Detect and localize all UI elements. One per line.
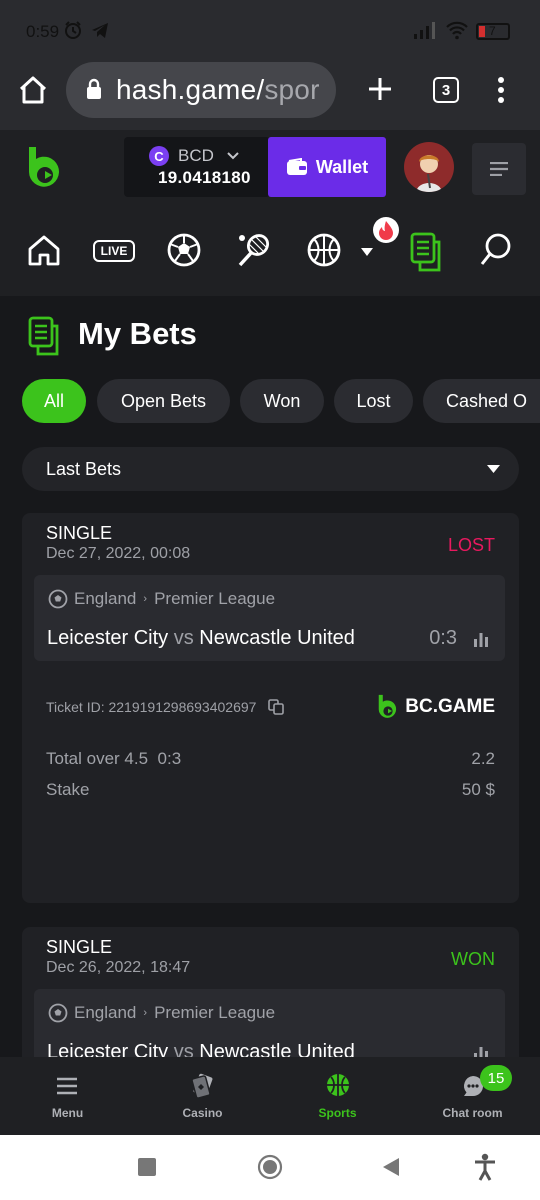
my-bets-title-icon <box>28 316 59 356</box>
home-icon[interactable] <box>26 232 62 268</box>
browser-menu-icon[interactable] <box>496 76 506 104</box>
avatar-image <box>416 155 442 192</box>
browser-toolbar: hash.game/spor 3 <box>0 62 540 130</box>
casino-cards-icon <box>191 1073 213 1099</box>
nav-casino-label: Casino <box>182 1106 223 1120</box>
filter-all[interactable]: All <box>22 379 86 423</box>
filter-open-bets[interactable]: Open Bets <box>97 379 230 423</box>
bet-card[interactable]: SINGLE Dec 26, 2022, 18:47 WON England › P… <box>22 927 519 1067</box>
filter-lost[interactable]: Lost <box>334 379 413 423</box>
sports-ball-icon <box>327 1074 349 1096</box>
bet-odds: 2.2 <box>471 749 495 768</box>
nav-sports[interactable]: Sports <box>270 1057 405 1135</box>
event-box[interactable]: England › Premier League Leicester City vs… <box>34 989 505 1067</box>
tab-count: 3 <box>441 81 451 99</box>
sort-dropdown[interactable]: Last Bets <box>22 447 519 491</box>
url-bar[interactable]: hash.game/spor <box>66 62 336 118</box>
soccer-icon <box>48 589 68 609</box>
signal-icon <box>414 22 435 39</box>
match-score: 0:3 <box>429 627 457 649</box>
bottom-nav: Menu Casino Sports 15 Chat room <box>0 1057 540 1135</box>
bet-type: SINGLE <box>46 937 113 957</box>
lock-icon <box>87 78 101 99</box>
bet-status: WON <box>451 949 495 969</box>
avatar[interactable] <box>404 142 454 192</box>
brand-name: BC.GAME <box>405 696 495 717</box>
side-menu-button[interactable] <box>472 143 526 195</box>
fire-icon <box>373 217 399 243</box>
balance-amount: 19.0418180 <box>158 168 251 187</box>
stake-amount: 50 $ <box>461 780 495 799</box>
chat-badge: 15 <box>480 1065 512 1091</box>
filter-won[interactable]: Won <box>240 379 324 423</box>
app-header: C BCD 19.0418180 Wallet <box>0 130 540 208</box>
nav-chat-room[interactable]: 15 Chat room <box>405 1057 540 1135</box>
list-menu-icon <box>490 162 508 176</box>
my-bets-icon[interactable] <box>408 232 444 272</box>
nav-casino[interactable]: Casino <box>135 1057 270 1135</box>
nav-menu-label: Menu <box>51 1106 84 1120</box>
bet-market: Total over 4.5 0:3 <box>46 749 182 768</box>
sports-nav: LIVE <box>0 208 540 296</box>
wallet-icon <box>286 158 307 175</box>
soccer-icon <box>48 1003 68 1023</box>
battery-level: 7 <box>489 24 496 38</box>
soccer-icon[interactable] <box>166 232 202 268</box>
chevron-down-icon <box>227 152 239 160</box>
league-path: England › Premier League <box>74 1003 276 1022</box>
status-time: 0:59 <box>26 22 60 41</box>
tennis-icon[interactable] <box>236 232 272 268</box>
bet-status: LOST <box>447 535 495 555</box>
sort-selected: Last Bets <box>46 459 122 479</box>
status-bar: 0:59 7 <box>0 0 540 62</box>
nav-sports-label: Sports <box>318 1106 357 1120</box>
recents-icon[interactable] <box>138 1158 156 1176</box>
brand-logo: BC.GAME <box>377 693 495 721</box>
svg-text:C: C <box>154 149 164 164</box>
bc-logo-icon <box>379 694 397 718</box>
bet-card[interactable]: SINGLE Dec 27, 2022, 00:08 LOST England ›… <box>22 513 519 903</box>
stake-label: Stake <box>46 780 90 799</box>
match-teams: Leicester City vs Newcastle United <box>47 627 355 649</box>
wifi-icon <box>446 21 468 40</box>
bet-type: SINGLE <box>46 523 113 543</box>
alarm-icon <box>65 21 81 39</box>
bet-date: Dec 26, 2022, 18:47 <box>46 959 191 976</box>
telegram-icon <box>92 23 108 38</box>
bet-date: Dec 27, 2022, 00:08 <box>46 545 191 562</box>
hamburger-icon <box>57 1077 77 1095</box>
search-icon[interactable] <box>479 232 513 268</box>
bc-logo-icon[interactable] <box>26 145 64 191</box>
wallet-button[interactable]: Wallet <box>268 137 386 197</box>
tab-switcher-button[interactable]: 3 <box>433 77 459 103</box>
new-tab-icon[interactable] <box>367 76 393 102</box>
page-title: My Bets <box>78 316 197 351</box>
league-path: England › Premier League <box>74 589 276 608</box>
home-icon[interactable] <box>18 76 48 104</box>
accessibility-icon[interactable] <box>473 1153 497 1181</box>
home-circle-icon[interactable] <box>257 1154 283 1180</box>
filter-cashed-out[interactable]: Cashed O <box>423 379 540 423</box>
basketball-icon[interactable] <box>306 232 342 268</box>
bcd-coin-icon: C <box>149 146 169 166</box>
battery-icon: 7 <box>476 23 510 40</box>
ticket-id: Ticket ID: 2219191298693402697 <box>46 699 257 715</box>
caret-down-icon <box>487 465 500 473</box>
stats-icon[interactable] <box>473 631 489 647</box>
event-box[interactable]: England › Premier League Leicester City vs… <box>34 575 505 661</box>
nav-chat-label: Chat room <box>442 1106 503 1120</box>
back-icon[interactable] <box>381 1157 401 1177</box>
wallet-label: Wallet <box>315 156 369 177</box>
nav-menu[interactable]: Menu <box>0 1057 135 1135</box>
copy-icon[interactable] <box>268 699 284 715</box>
currency-label: BCD <box>178 146 214 165</box>
live-button[interactable]: LIVE <box>93 240 135 262</box>
url-text: hash.game/spor <box>116 74 320 105</box>
more-sports-caret-icon[interactable] <box>361 248 373 257</box>
balance-selector[interactable]: C BCD 19.0418180 <box>124 137 270 197</box>
android-nav-bar <box>0 1135 540 1200</box>
